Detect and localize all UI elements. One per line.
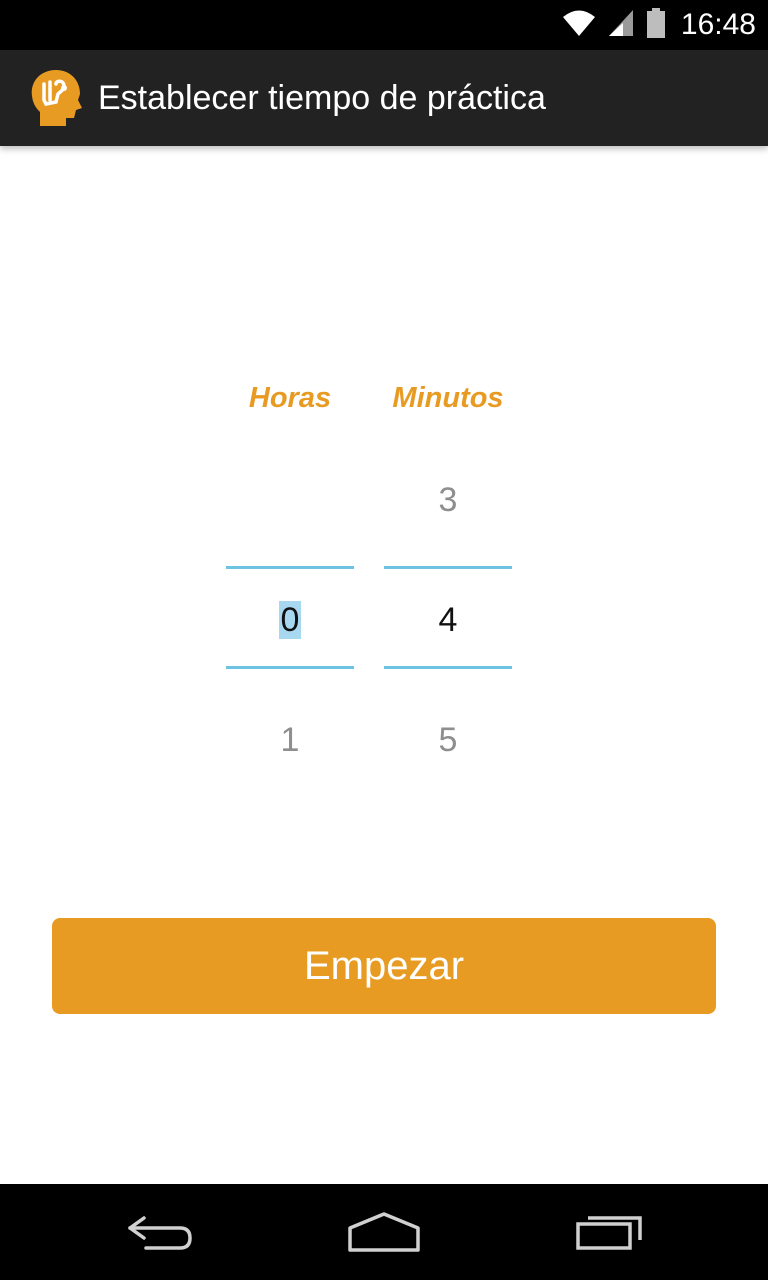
page-title: Establecer tiempo de práctica bbox=[98, 79, 546, 117]
start-button[interactable]: Empezar bbox=[52, 918, 716, 1014]
minutes-label: Minutos bbox=[392, 382, 504, 414]
hours-current-text[interactable]: 0 bbox=[278, 601, 302, 639]
minutes-divider-bottom bbox=[384, 666, 512, 669]
recent-apps-icon[interactable] bbox=[560, 1202, 660, 1262]
back-icon[interactable] bbox=[110, 1202, 210, 1262]
app-logo-icon[interactable] bbox=[26, 66, 90, 130]
battery-icon bbox=[645, 7, 667, 44]
hours-next-value[interactable]: 1 bbox=[226, 710, 354, 770]
home-icon[interactable] bbox=[334, 1202, 434, 1262]
minutes-previous-value[interactable]: 3 bbox=[384, 470, 512, 530]
screen: 16:48 Establecer tiempo de práctica Hora… bbox=[0, 0, 768, 1280]
minutes-divider-top bbox=[384, 566, 512, 569]
signal-icon bbox=[607, 8, 635, 43]
hours-previous-value[interactable] bbox=[226, 470, 354, 530]
wifi-icon bbox=[561, 8, 597, 43]
hours-label: Horas bbox=[248, 382, 332, 414]
status-icons: 16:48 bbox=[561, 0, 756, 50]
hours-divider-bottom bbox=[226, 666, 354, 669]
minutes-current-value[interactable]: 4 bbox=[384, 590, 512, 650]
status-time: 16:48 bbox=[680, 8, 756, 41]
status-bar: 16:48 bbox=[0, 0, 768, 50]
action-bar: Establecer tiempo de práctica bbox=[0, 50, 768, 146]
minutes-next-value[interactable]: 5 bbox=[384, 710, 512, 770]
hours-divider-top bbox=[226, 566, 354, 569]
navigation-bar bbox=[0, 1184, 768, 1280]
hours-current-value[interactable]: 0 bbox=[226, 590, 354, 650]
